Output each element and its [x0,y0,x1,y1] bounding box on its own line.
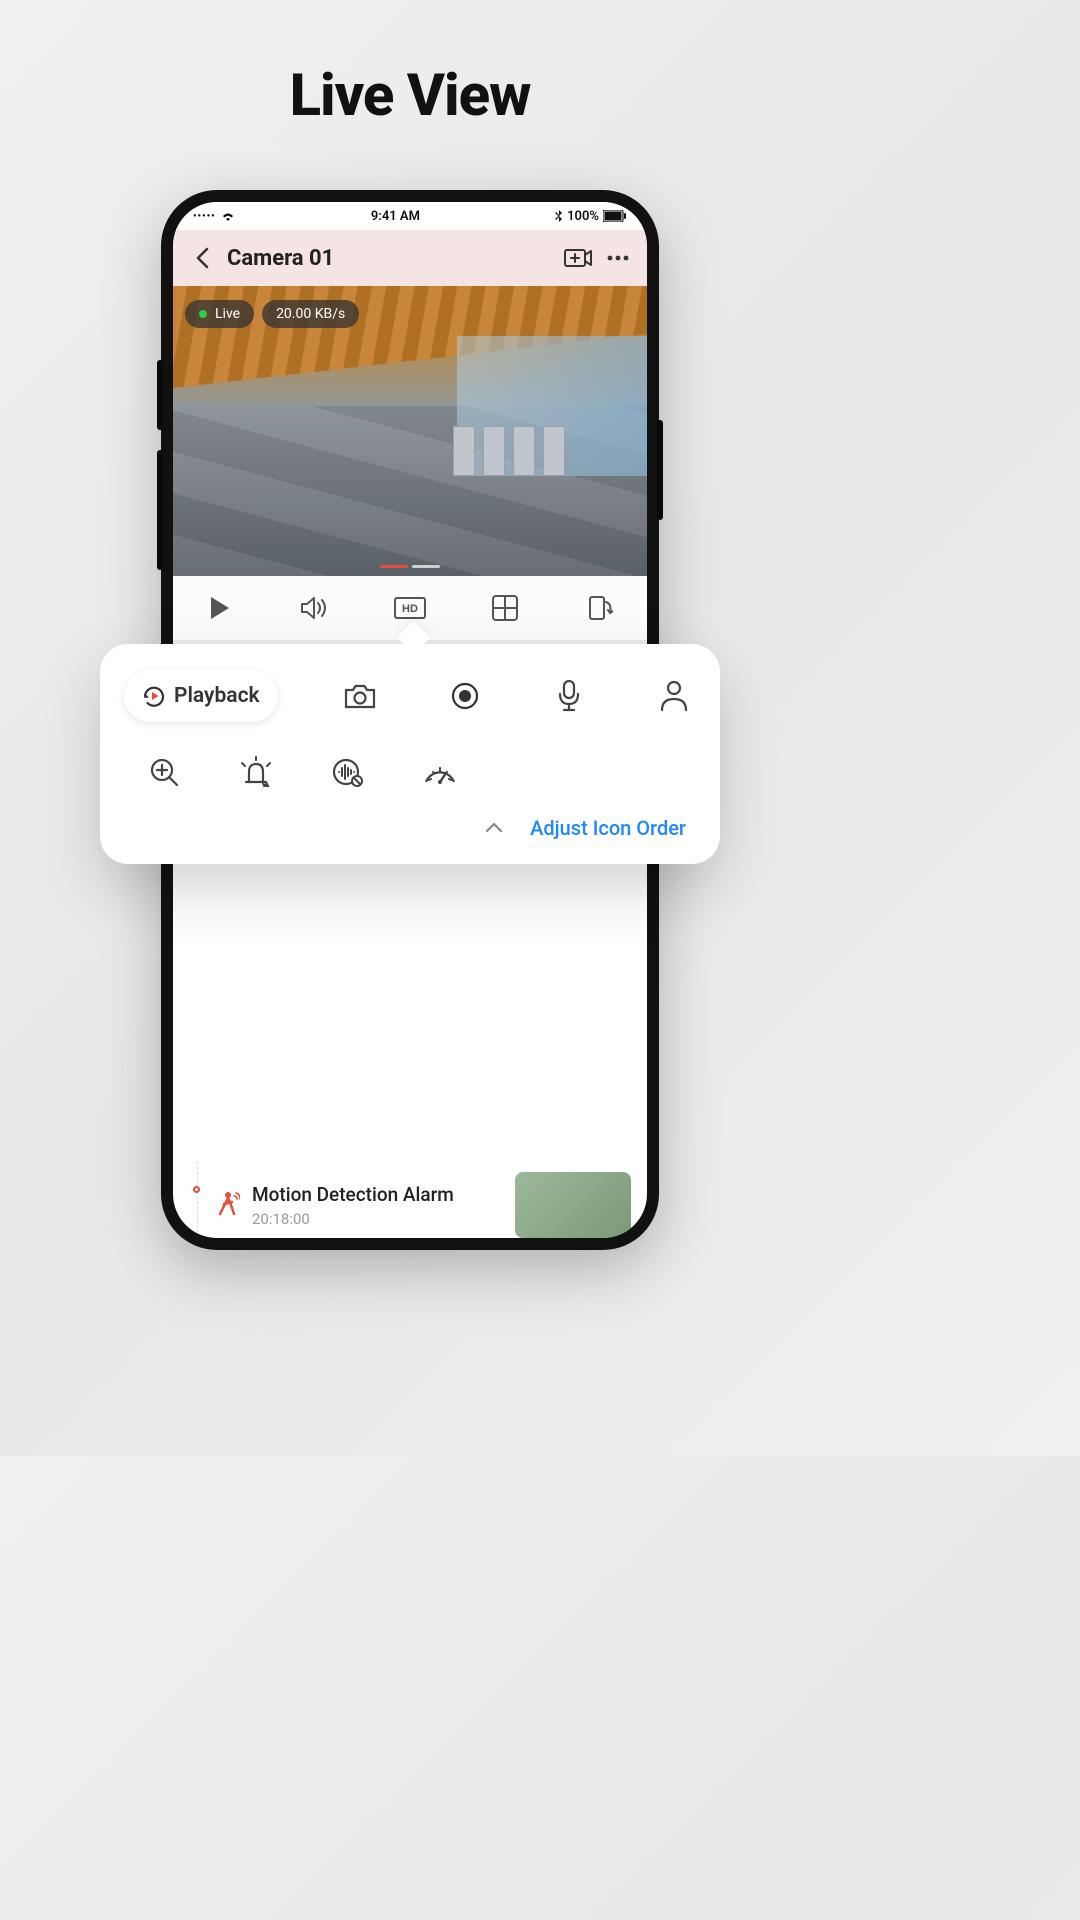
popup-mic-button[interactable] [547,674,591,718]
signal-icon: ••••• [193,211,216,222]
record-icon [450,681,480,711]
gauge-icon [423,760,457,784]
playback-icon [142,684,166,708]
battery-text: 100% [567,209,599,224]
adjust-icon-order-link[interactable]: Adjust Icon Order [530,816,686,840]
bitrate-label: 20.00 KB/s [276,306,345,322]
camera-icon [344,683,376,709]
battery-icon [603,210,627,222]
popup-collapse-button[interactable] [482,816,506,840]
popup-audio-button[interactable] [326,750,370,794]
audio-wave-icon [332,757,364,787]
alarm-timeline: Motion Detection Alarm 20:18:00 Motion D… [173,1162,647,1238]
alarm-thumbnail[interactable] [515,1172,631,1238]
motion-person-icon [214,1190,240,1220]
play-button[interactable] [203,591,237,625]
page-title: Camera 01 [227,246,334,271]
alarm-time: 20:18:00 [252,1210,503,1228]
person-icon [659,680,689,712]
actions-popup: Playback Adjust Icon Ord [100,644,720,864]
zoom-in-icon [149,757,179,787]
status-bar: ••••• 9:41 AM 100% [173,202,647,230]
popup-playback-button[interactable]: Playback [124,670,278,722]
live-video[interactable]: Live 20.00 KB/s [173,286,647,576]
back-button[interactable] [187,243,217,273]
app-header: Camera 01 [173,230,647,286]
volume-button[interactable] [298,591,332,625]
bitrate-badge: 20.00 KB/s [262,300,359,328]
popup-zoom-button[interactable] [142,750,186,794]
live-label: Live [215,306,240,322]
live-dot-icon [199,310,207,318]
bluetooth-icon [555,210,563,222]
wifi-icon [220,210,236,222]
popup-snapshot-button[interactable] [338,674,382,718]
popup-playback-label: Playback [174,684,260,708]
add-camera-button[interactable] [563,243,593,273]
page-indicator [380,565,440,568]
popup-speed-button[interactable] [418,750,462,794]
status-time: 9:41 AM [371,209,420,224]
rotate-button[interactable] [583,591,617,625]
popup-ptz-button[interactable] [652,674,696,718]
hero-title: Live View [0,0,820,130]
microphone-icon [557,680,581,712]
more-button[interactable] [603,243,633,273]
layout-button[interactable] [488,591,522,625]
popup-alarm-button[interactable] [234,750,278,794]
chevron-up-icon [485,822,503,834]
alarm-title: Motion Detection Alarm [252,1183,503,1206]
quality-button[interactable]: HD [393,591,427,625]
svg-text:HD: HD [402,603,418,615]
popup-record-button[interactable] [443,674,487,718]
timeline-item[interactable]: Motion Detection Alarm 20:18:00 [197,1162,631,1238]
alarm-icon [241,756,271,788]
live-badge: Live [185,300,254,328]
